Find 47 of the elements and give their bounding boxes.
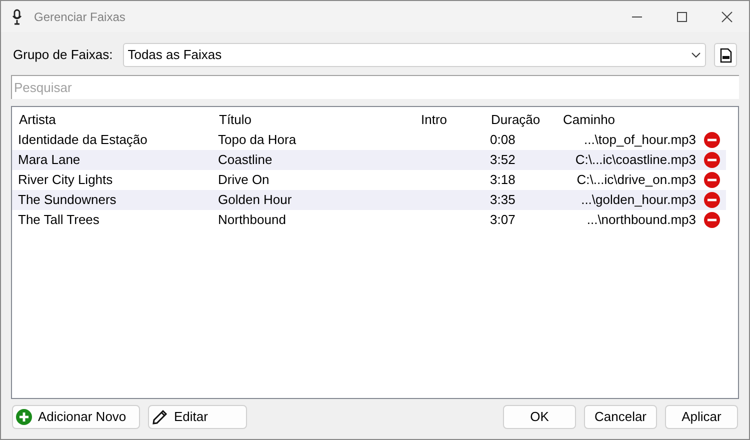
search-field[interactable]: Pesquisar xyxy=(11,75,739,99)
group-dropdown[interactable]: Todas as Faixas xyxy=(122,43,706,67)
table-cell: 3:52 xyxy=(490,152,516,168)
remove-icon[interactable] xyxy=(704,212,720,228)
table-cell: River City Lights xyxy=(18,172,113,188)
table-cell: 3:07 xyxy=(490,212,516,228)
maximize-icon[interactable] xyxy=(676,10,688,22)
remove-icon[interactable] xyxy=(704,132,720,148)
edit-button[interactable]: Editar xyxy=(148,405,247,429)
column-header[interactable]: Caminho xyxy=(563,112,616,128)
table-cell: Drive On xyxy=(218,172,270,188)
csv-file-icon xyxy=(720,48,732,62)
table-cell: The Sundowners xyxy=(18,192,116,208)
table-cell: Golden Hour xyxy=(218,192,292,208)
remove-icon[interactable] xyxy=(704,192,720,208)
dialog-button[interactable]: Cancelar xyxy=(584,405,657,429)
microphone-icon xyxy=(12,8,22,24)
remove-icon[interactable] xyxy=(704,152,720,168)
dialog-button[interactable]: OK xyxy=(503,405,576,429)
column-header[interactable]: Duração xyxy=(491,112,540,128)
table-cell: Coastline xyxy=(218,152,272,168)
table-cell-text: C:\...ic\coastline.mp3 xyxy=(575,151,696,170)
table-cell: 3:35 xyxy=(490,192,516,208)
pencil-icon xyxy=(152,409,168,425)
table-cell-text: ...\top_of_hour.mp3 xyxy=(584,131,696,150)
column-header[interactable]: Artista xyxy=(19,112,56,128)
table-cell: Topo da Hora xyxy=(218,132,296,148)
table-cell: Northbound xyxy=(218,212,286,228)
column-header[interactable]: Título xyxy=(219,112,252,128)
plus-icon xyxy=(16,409,32,425)
table-cell: Identidade da Estação xyxy=(18,132,148,148)
add-button[interactable]: Adicionar Novo xyxy=(12,405,140,429)
table-cell-text: ...\northbound.mp3 xyxy=(586,211,696,230)
table-cell-text: ...\golden_hour.mp3 xyxy=(581,191,696,210)
export-button[interactable] xyxy=(714,43,737,67)
group-label: Grupo de Faixas: xyxy=(13,46,113,64)
chevron-down-icon xyxy=(691,52,701,58)
window-title: Gerenciar Faixas xyxy=(34,8,126,26)
table-cell: 0:08 xyxy=(490,132,516,148)
table-cell-text: C:\...ic\drive_on.mp3 xyxy=(576,171,696,190)
table-cell: The Tall Trees xyxy=(18,212,100,228)
close-icon[interactable] xyxy=(721,10,733,22)
remove-icon[interactable] xyxy=(704,172,720,188)
column-header[interactable]: Intro xyxy=(421,112,448,128)
dialog-button[interactable]: Aplicar xyxy=(665,405,738,429)
table-cell: Mara Lane xyxy=(18,152,80,168)
table-cell: 3:18 xyxy=(490,172,516,188)
